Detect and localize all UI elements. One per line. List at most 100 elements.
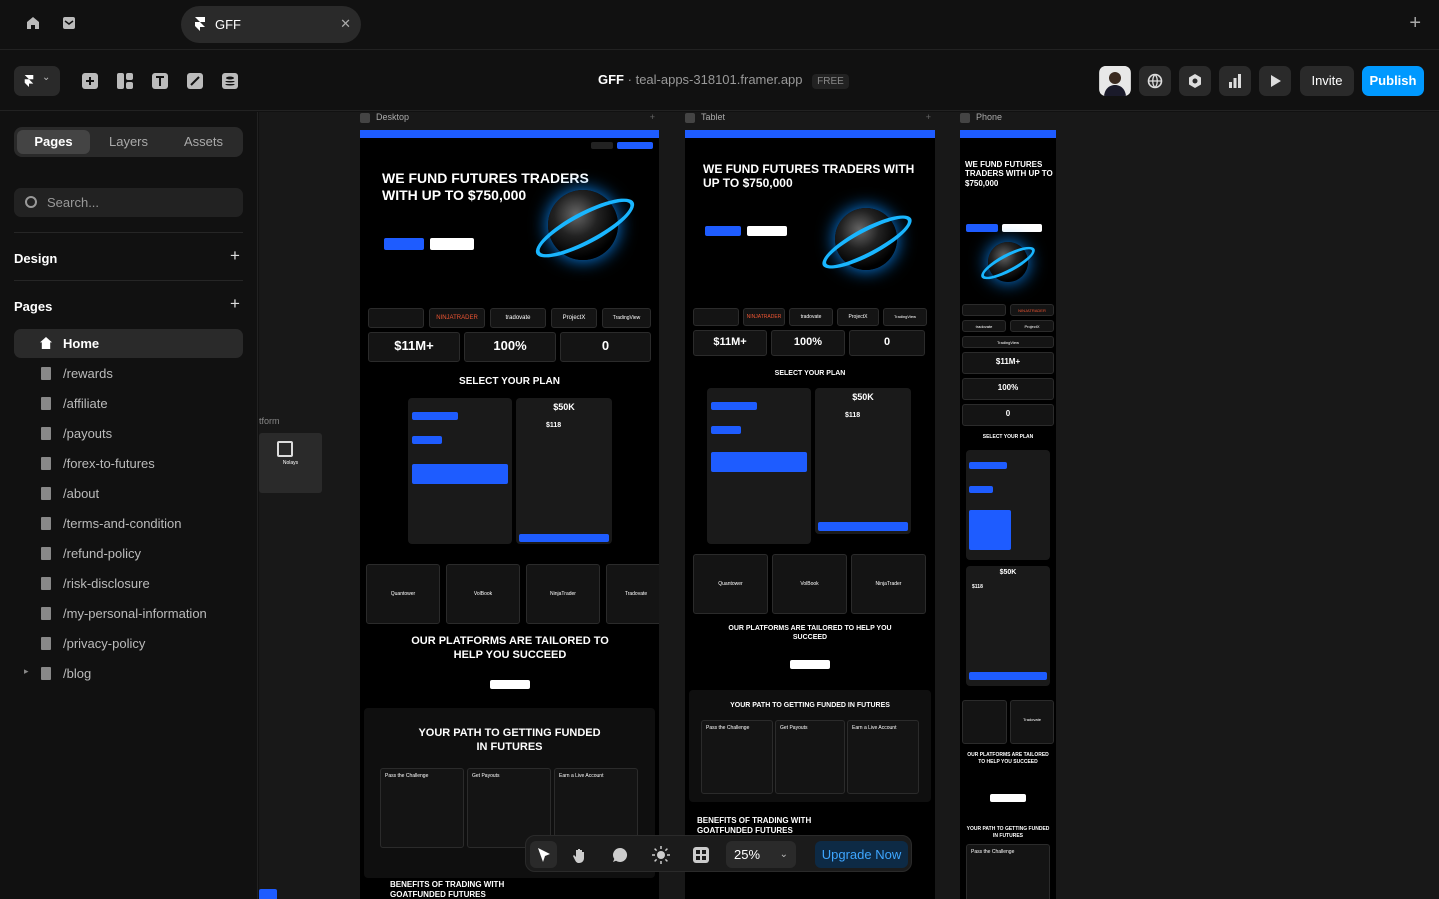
zoom-value: 25%	[734, 847, 761, 862]
add-design-icon[interactable]: +	[230, 246, 240, 266]
search-input[interactable]	[47, 188, 237, 217]
plan-cost: $118	[845, 412, 861, 419]
plan-card: $50K $118	[815, 388, 911, 534]
text-icon[interactable]	[146, 67, 174, 95]
page-item-payouts[interactable]: /payouts	[14, 419, 243, 448]
plan-selector	[707, 388, 811, 544]
component-thumbnail[interactable]: Nolays	[259, 433, 322, 493]
publish-button[interactable]: Publish	[1362, 66, 1424, 96]
tab-layers[interactable]: Layers	[92, 130, 165, 154]
plan-price: $50K	[999, 569, 1017, 576]
stat-card: 0	[849, 330, 925, 356]
stat-card: 0	[560, 332, 651, 362]
selection-handle[interactable]	[259, 889, 277, 899]
close-tab-icon[interactable]: ✕	[340, 16, 351, 32]
design-section-title[interactable]: Design	[14, 251, 57, 266]
add-page-icon[interactable]: +	[230, 294, 240, 314]
page-icon	[41, 457, 51, 470]
page-icon	[41, 367, 51, 380]
join-discord-button	[1002, 224, 1042, 232]
tab-label: GFF	[215, 17, 241, 32]
site-nav	[360, 138, 659, 152]
page-icon	[41, 427, 51, 440]
frame-label-desktop[interactable]: Desktop +	[360, 112, 659, 124]
path-heading: YOUR PATH TO GETTING FUNDED IN FUTURES	[418, 727, 601, 754]
cms-icon[interactable]	[216, 67, 244, 95]
page-item-terms[interactable]: /terms-and-condition	[14, 509, 243, 538]
page-label: /about	[63, 486, 100, 501]
search-box[interactable]	[14, 188, 243, 217]
frame-tablet[interactable]: WE FUND FUTURES TRADERS WITH UP TO $750,…	[685, 130, 935, 899]
layout-icon[interactable]	[111, 67, 139, 95]
platform-card: NinjaTrader	[851, 554, 926, 614]
plan-selector	[966, 450, 1050, 560]
page-item-my-personal-information[interactable]: /my-personal-information	[14, 599, 243, 628]
framer-menu-button[interactable]: ⌄	[14, 66, 60, 96]
hand-tool-icon[interactable]	[566, 841, 593, 868]
page-item-refund-policy[interactable]: /refund-policy	[14, 539, 243, 568]
comment-tool-icon[interactable]	[606, 841, 633, 868]
divider	[14, 232, 243, 233]
play-icon	[360, 112, 370, 123]
select-plan-heading: SELECT YOUR PLAN	[774, 370, 846, 377]
pages-section-title[interactable]: Pages	[14, 299, 52, 314]
globe-icon[interactable]	[1139, 66, 1171, 96]
theme-toggle-icon[interactable]	[647, 841, 674, 868]
stat-card: 100%	[771, 330, 845, 356]
brand-logo: tradovate	[490, 308, 546, 328]
platform-card: NinjaTrader	[526, 564, 600, 624]
page-item-forex-to-futures[interactable]: /forex-to-futures	[14, 449, 243, 478]
plan-cost: $118	[546, 422, 562, 429]
insert-icon[interactable]	[76, 67, 104, 95]
platforms-heading: OUR PLATFORMS ARE TAILORED TO HELP YOU S…	[728, 625, 892, 642]
canvas[interactable]: tform Desktop + WE FUND FUTURES TRADERS …	[259, 112, 1439, 899]
platforms-heading: OUR PLATFORMS ARE TAILORED TO HELP YOU S…	[411, 635, 609, 662]
chevron-down-icon: ⌄	[779, 849, 788, 860]
analytics-icon[interactable]	[1219, 66, 1251, 96]
page-item-risk-disclosure[interactable]: /risk-disclosure	[14, 569, 243, 598]
brand-logo: ProjectX	[551, 308, 597, 328]
play-icon	[960, 112, 970, 123]
frame-desktop[interactable]: WE FUND FUTURES TRADERS WITH UP TO $750,…	[360, 130, 659, 899]
vector-icon[interactable]	[181, 67, 209, 95]
get-funded-button	[966, 224, 998, 232]
tab-pages[interactable]: Pages	[17, 130, 90, 154]
avatar[interactable]	[1099, 66, 1131, 96]
page-item-privacy-policy[interactable]: /privacy-policy	[14, 629, 243, 658]
grid-tool-icon[interactable]	[687, 841, 714, 868]
preview-play-icon[interactable]	[1259, 66, 1291, 96]
frame-label-tablet[interactable]: Tablet +	[685, 112, 935, 124]
add-breakpoint-icon[interactable]: +	[650, 112, 655, 124]
project-title[interactable]: GFF · teal-apps-318101.framer.app FREE	[598, 72, 849, 89]
frame-label-phone[interactable]: Phone	[960, 112, 1056, 124]
select-tool-icon[interactable]	[530, 841, 557, 868]
plan-card: $50K $118	[516, 398, 612, 544]
page-item-rewards[interactable]: /rewards	[14, 359, 243, 388]
invite-button[interactable]: Invite	[1300, 66, 1354, 96]
stat-card: $11M+	[693, 330, 767, 356]
select-plan-heading: SELECT YOUR PLAN	[982, 434, 1034, 440]
tab-assets[interactable]: Assets	[167, 130, 240, 154]
platforms-heading: OUR PLATFORMS ARE TAILORED TO HELP YOU S…	[967, 752, 1049, 765]
page-label: /payouts	[63, 426, 113, 441]
new-tab-icon[interactable]: +	[1409, 12, 1421, 35]
home-icon[interactable]	[23, 15, 43, 35]
home-icon	[40, 337, 52, 349]
frame-phone[interactable]: WE FUND FUTURES TRADERS WITH UP TO $750,…	[960, 130, 1056, 899]
settings-icon[interactable]	[1179, 66, 1211, 96]
page-icon	[41, 487, 51, 500]
upgrade-now-button[interactable]: Upgrade Now	[815, 841, 908, 868]
page-item-home[interactable]: Home	[14, 329, 243, 358]
plan-selector	[408, 398, 512, 544]
page-item-about[interactable]: /about	[14, 479, 243, 508]
component-label: Nolays	[282, 460, 299, 466]
page-label: /privacy-policy	[63, 636, 146, 651]
inbox-icon[interactable]	[59, 15, 79, 35]
framer-logo-icon	[195, 17, 205, 31]
page-item-blog[interactable]: ▸ /blog	[14, 659, 243, 688]
add-breakpoint-icon[interactable]: +	[926, 112, 931, 124]
zoom-select[interactable]: 25% ⌄	[726, 841, 796, 868]
page-item-affiliate[interactable]: /affiliate	[14, 389, 243, 418]
chevron-right-icon[interactable]: ▸	[24, 666, 29, 677]
tab-gff[interactable]: GFF ✕	[181, 6, 361, 43]
